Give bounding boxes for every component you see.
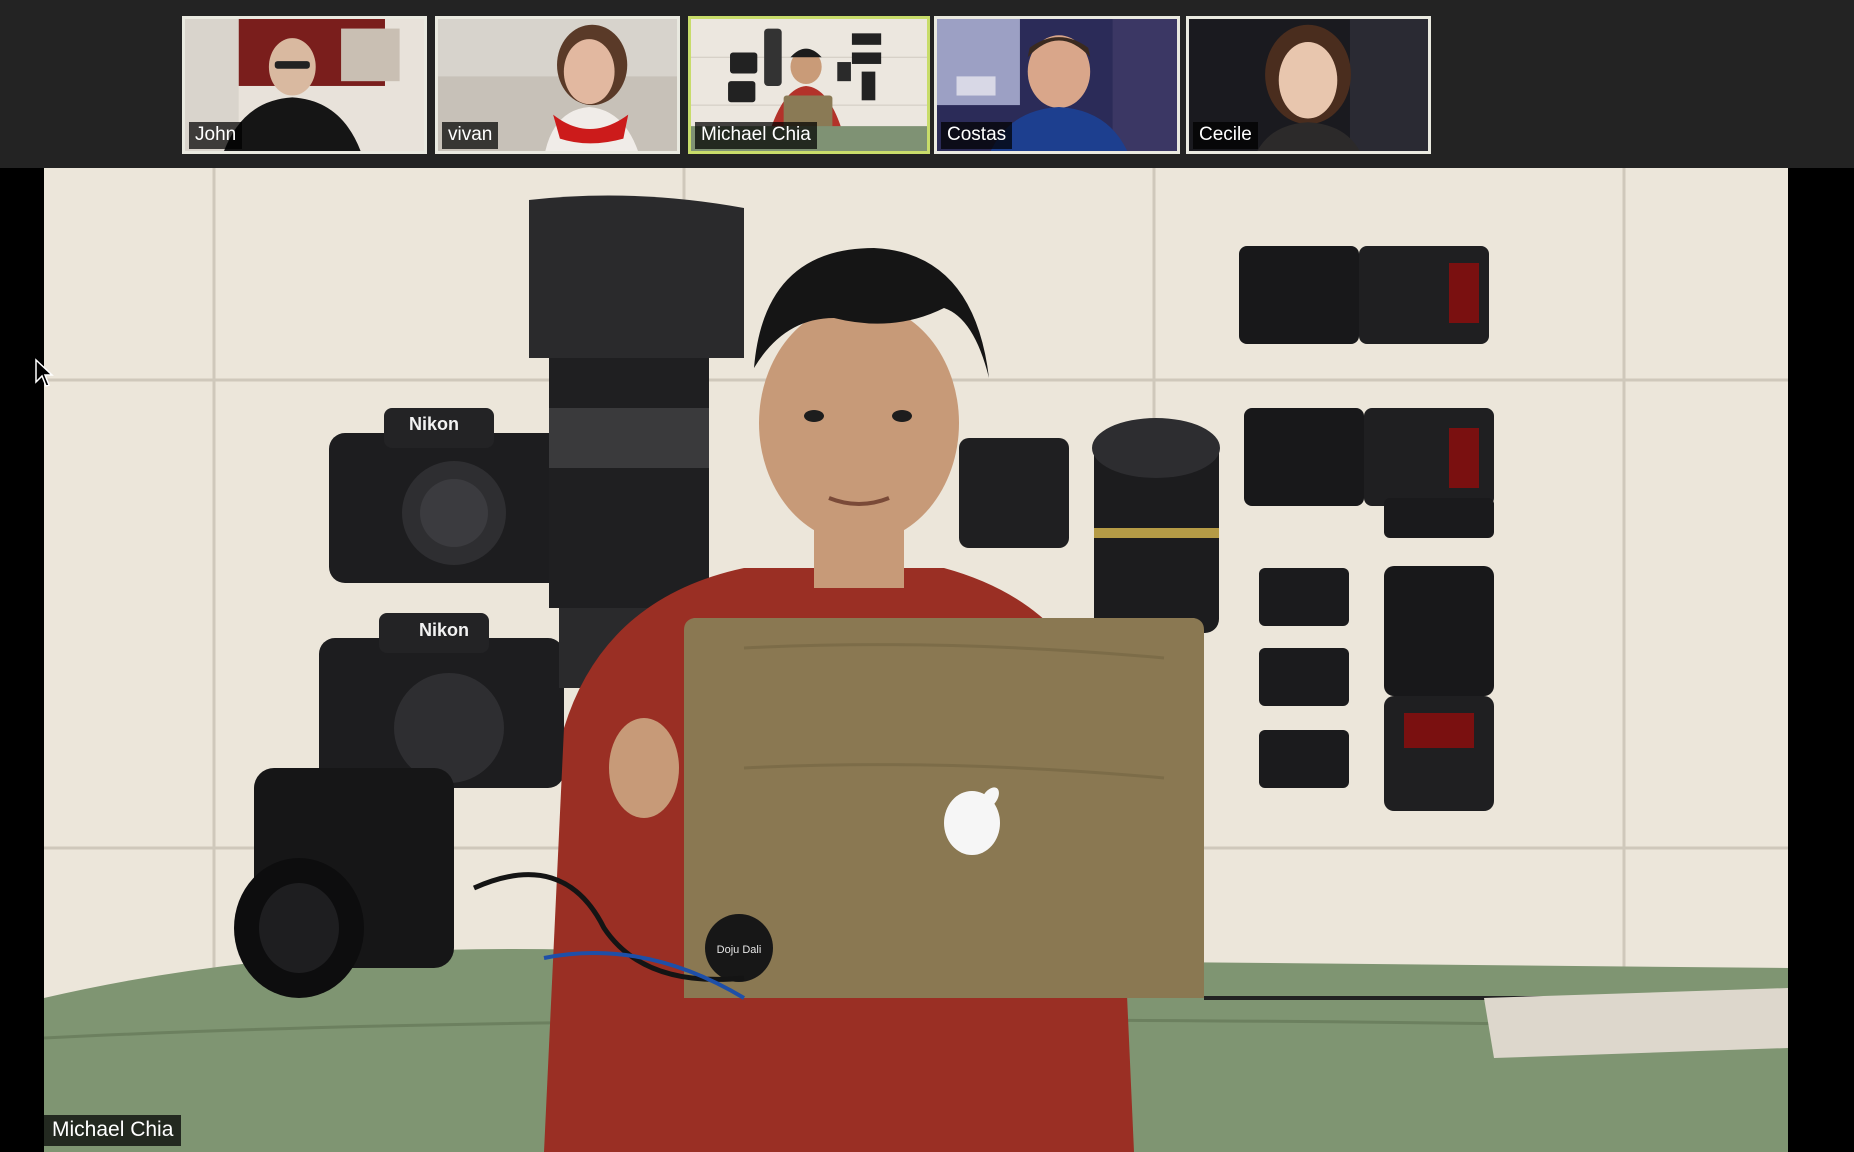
laptop: Doju Dali	[684, 618, 1204, 998]
camera-body-bottom: Nikon	[319, 613, 564, 788]
participant-tile-vivan[interactable]: vivan	[435, 16, 680, 154]
svg-text:Doju Dali: Doju Dali	[717, 944, 762, 956]
wide-lens	[1092, 418, 1220, 633]
video-call-window: John vivan Michael Chia Costas Cecile Ni…	[0, 0, 1854, 1152]
participant-tile-michael-chia[interactable]: Michael Chia	[688, 16, 930, 154]
speedlight-flash-1	[1239, 246, 1489, 344]
speaker-video-frame: Nikon Nikon Doju Dali	[44, 168, 1788, 1152]
camera-with-lens	[234, 768, 454, 998]
camera-batteries	[1259, 568, 1349, 788]
main-speaker-video[interactable]: Nikon Nikon Doju Dali Michael Chia	[0, 168, 1854, 1152]
participant-tile-cecile[interactable]: Cecile	[1186, 16, 1431, 154]
participant-name-label: vivan	[442, 122, 499, 149]
participant-name-label: Costas	[941, 122, 1013, 149]
participant-name-label: Cecile	[1193, 122, 1258, 149]
active-speaker-name-label: Michael Chia	[44, 1115, 182, 1146]
participant-filmstrip: John vivan Michael Chia Costas Cecile	[0, 0, 1854, 168]
participant-name-label: John	[189, 122, 243, 149]
camera-body-top: Nikon	[329, 408, 569, 583]
svg-text:Nikon: Nikon	[419, 620, 469, 640]
participant-tile-john[interactable]: John	[182, 16, 427, 154]
lens-hood	[959, 438, 1069, 548]
speedlight-flash-3	[1384, 566, 1494, 811]
mouse-pointer-icon	[35, 358, 54, 387]
svg-text:Nikon: Nikon	[409, 414, 459, 434]
participant-name-label: Michael Chia	[695, 122, 817, 149]
participant-tile-costas[interactable]: Costas	[934, 16, 1180, 154]
